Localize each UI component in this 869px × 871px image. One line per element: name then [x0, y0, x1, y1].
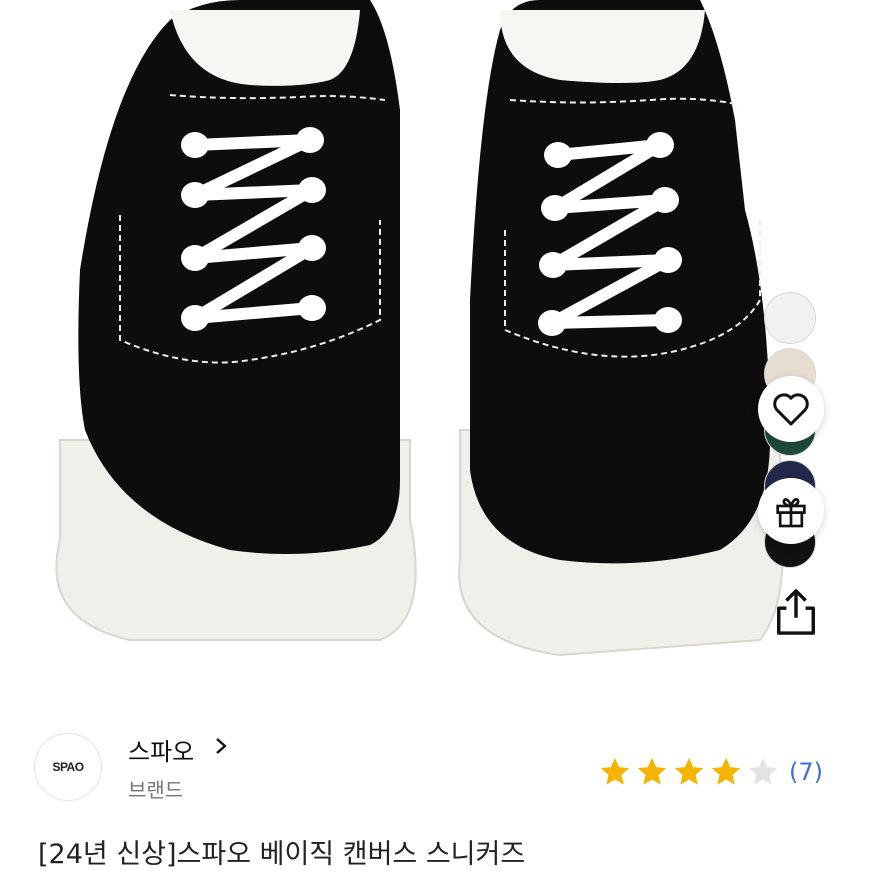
star-empty-icon [748, 757, 778, 785]
color-swatch-white[interactable] [764, 292, 816, 344]
chevron-right-icon [216, 738, 227, 754]
star-filled-icon [674, 757, 704, 785]
left-shoe [55, 0, 417, 641]
review-count[interactable]: (7) [789, 758, 823, 786]
product-image[interactable] [0, 0, 869, 700]
brand-logo-text: SPAO [52, 760, 84, 774]
gift-icon [776, 498, 806, 528]
share-icon [777, 589, 815, 635]
brand-subtitle: 브랜드 [128, 778, 184, 802]
star-filled-icon [711, 757, 741, 785]
share-button[interactable] [766, 582, 826, 642]
sneakers-illustration [55, 0, 784, 657]
star-rating [598, 755, 783, 789]
brand-name-link[interactable]: 스파오 [128, 732, 194, 767]
wishlist-button[interactable] [758, 376, 824, 442]
gift-button[interactable] [758, 478, 824, 544]
rating[interactable]: (7) [598, 754, 823, 790]
right-shoe [458, 0, 784, 657]
star-filled-icon [637, 757, 667, 785]
star-filled-icon [600, 757, 630, 785]
heart-icon [773, 393, 809, 426]
brand-logo[interactable]: SPAO [34, 733, 102, 801]
product-title: [24년 신상]스파오 베이직 캔버스 스니커즈 [38, 839, 526, 870]
